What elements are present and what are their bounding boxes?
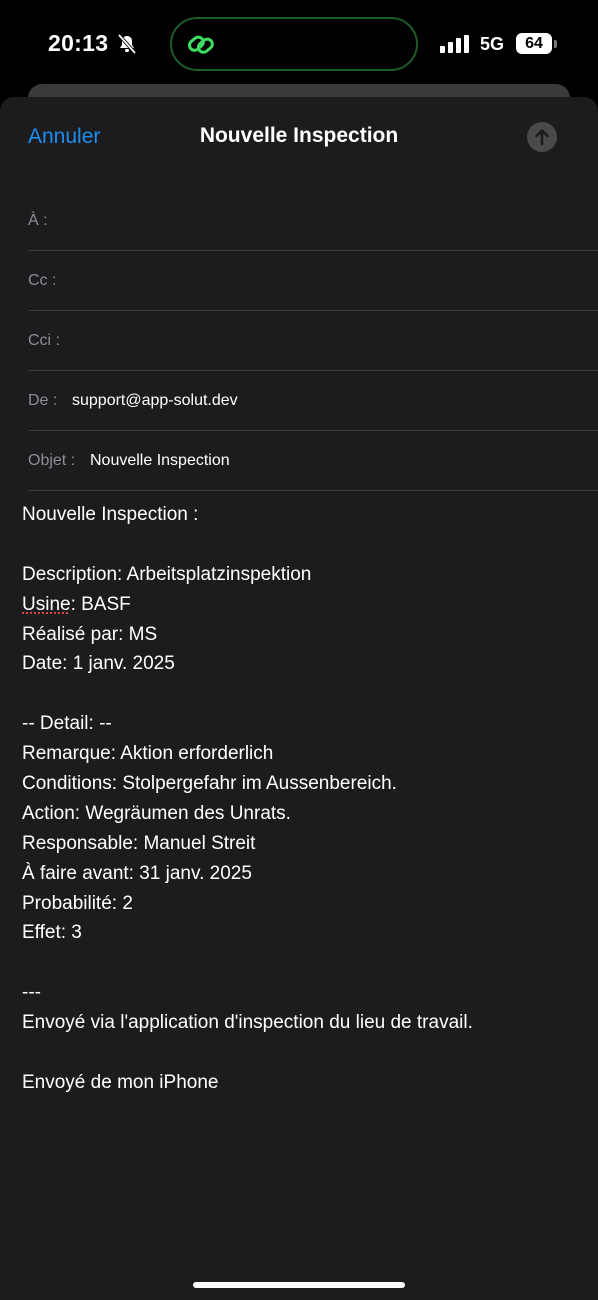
body-remarque: Remarque: Aktion erforderlich (22, 743, 274, 765)
body-effet: Effet: 3 (22, 922, 82, 944)
from-field[interactable]: De : support@app-solut.dev (28, 371, 598, 431)
send-button[interactable] (527, 122, 557, 152)
dynamic-island[interactable] (170, 17, 418, 71)
message-body[interactable]: Nouvelle Inspection : Description: Arbei… (22, 500, 582, 1098)
misspelled-word[interactable]: Usine (22, 594, 71, 615)
body-usine: Usine: BASF (22, 590, 582, 620)
subject-label: Objet : (28, 452, 76, 469)
to-field[interactable]: À : (28, 191, 598, 251)
body-blank-line (22, 948, 582, 978)
cellular-signal-icon (440, 35, 470, 53)
battery-tip (554, 40, 557, 48)
link-icon (186, 31, 216, 59)
body-signature: Envoyé de mon iPhone (22, 1071, 219, 1093)
bcc-label: Cci : (28, 332, 60, 349)
cc-label: Cc : (28, 272, 57, 289)
battery-icon: 64 (516, 33, 552, 54)
body-blank-line (22, 1038, 582, 1068)
body-blank-line (22, 530, 582, 560)
body-separator: --- (22, 982, 41, 1004)
arrow-up-icon (535, 129, 549, 146)
status-time: 20:13 (48, 30, 109, 56)
body-probabilite: Probabilité: 2 (22, 892, 133, 914)
cc-field[interactable]: Cc : (28, 251, 598, 311)
bell-slash-icon (116, 33, 138, 55)
body-description: Description: Arbeitsplatzinspektion (22, 563, 312, 585)
body-conditions: Conditions: Stolpergefahr im Aussenberei… (22, 773, 397, 795)
to-label: À : (28, 212, 48, 229)
body-realise: Réalisé par: MS (22, 623, 158, 645)
usine-value: : BASF (70, 593, 131, 615)
subject-value: Nouvelle Inspection (90, 452, 230, 469)
body-date: Date: 1 janv. 2025 (22, 653, 175, 675)
status-bar: 20:13 5G 64 (0, 0, 598, 90)
body-action: Action: Wegräumen des Unrats. (22, 802, 291, 824)
subject-field[interactable]: Objet : Nouvelle Inspection (28, 431, 598, 491)
body-footer: Envoyé via l'application d'inspection du… (22, 1012, 473, 1034)
body-a-faire: À faire avant: 31 janv. 2025 (22, 862, 252, 884)
bcc-field[interactable]: Cci : (28, 311, 598, 371)
compose-nav-bar: Annuler Nouvelle Inspection (0, 97, 598, 177)
network-type: 5G (480, 34, 505, 54)
body-responsable: Responsable: Manuel Streit (22, 832, 256, 854)
home-indicator[interactable] (193, 1282, 405, 1288)
body-detail-header: -- Detail: -- (22, 713, 112, 735)
body-heading: Nouvelle Inspection : (22, 504, 199, 525)
mail-compose-screen: 20:13 5G 64 Annuler Nouvelle Inspection … (0, 0, 598, 1300)
body-blank-line (22, 679, 582, 709)
from-label: De : (28, 392, 58, 409)
compose-sheet: Annuler Nouvelle Inspection À : Cc : Cci… (0, 97, 598, 1300)
compose-title: Nouvelle Inspection (199, 124, 399, 147)
from-value: support@app-solut.dev (72, 392, 238, 409)
